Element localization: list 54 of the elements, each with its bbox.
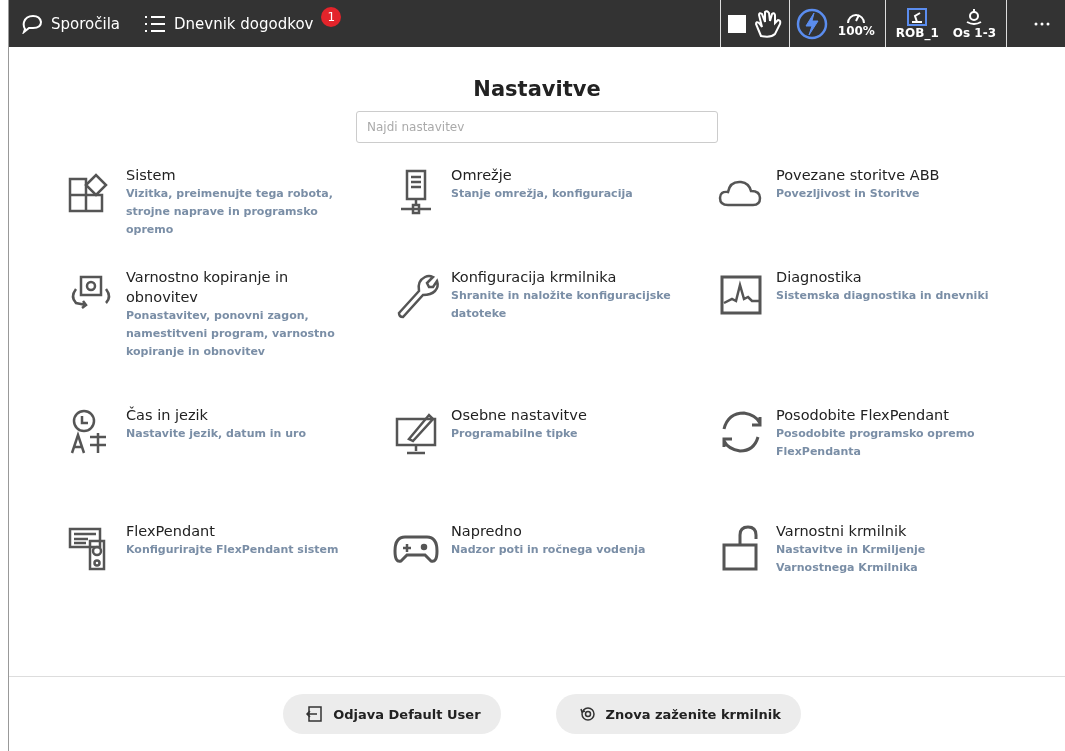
- list-icon: [144, 14, 166, 33]
- settings-item[interactable]: Sistem Vizitka, preimenujte tega robota, strojne naprave in programsko opremo: [66, 165, 391, 267]
- lightning-icon: [795, 7, 828, 40]
- settings-item[interactable]: Omrežje Stanje omrežja, konfiguracija: [391, 165, 716, 267]
- settings-item[interactable]: Posodobite FlexPendant Posodobite programsko opremo FlexPendanta: [716, 405, 1016, 521]
- settings-item[interactable]: Varnostni krmilnik Nastavitve in Krmiljenje Varnostnega Krmilnika: [716, 521, 1016, 621]
- settings-item[interactable]: Osebne nastavitve Programabilne tipke: [391, 405, 716, 521]
- settings-description: Vizitka, preimenujte tega robota, strojne naprave in programsko opremo: [126, 186, 334, 238]
- logout-button[interactable]: Odjava Default User: [283, 694, 501, 734]
- settings-description: Nastavite jezik, datum in uro: [126, 426, 307, 442]
- settings-title: Čas in jezik: [126, 405, 209, 425]
- notification-badge: 1: [321, 6, 342, 27]
- settings-title: Napredno: [451, 522, 523, 541]
- settings-description: Povezljivost in Storitve: [776, 186, 921, 202]
- settings-title: Posodobite FlexPendant: [776, 406, 950, 425]
- search-field[interactable]: Najdi nastavitev: [356, 111, 718, 143]
- settings-title: Diagnostika: [776, 268, 863, 287]
- page-title: Nastavitve: [473, 77, 601, 101]
- settings-title: Omrežje: [451, 166, 513, 185]
- settings-description: Posodobite programsko opremo FlexPendanta: [776, 426, 976, 460]
- restart-button[interactable]: Znova zaženite krmilnik: [555, 694, 801, 734]
- settings-description: Stanje omrežja, konfiguracija: [451, 186, 634, 202]
- settings-title: Varnostno kopiranje in obnovitev: [126, 268, 290, 307]
- settings-description: Programabilne tipke: [451, 426, 579, 442]
- settings-title: Povezane storitve ABB: [776, 166, 941, 185]
- settings-description: Nastavitve in Krmiljenje Varnostnega Krmilnika: [776, 542, 927, 576]
- more-icon: [1033, 20, 1051, 27]
- settings-title: Osebne nastavitve: [451, 406, 588, 425]
- settings-description: Shranite in naložite konfiguracijske datoteke: [451, 288, 671, 322]
- settings-title: Sistem: [126, 166, 177, 185]
- settings-description: Sistemska diagnostika in dnevniki: [776, 288, 990, 304]
- messages-tab[interactable]: Sporočila: [9, 0, 132, 47]
- speed-button[interactable]: 100%: [833, 9, 879, 38]
- logout-icon: [305, 705, 324, 723]
- settings-description: Konfigurirajte FlexPendant sistem: [126, 542, 340, 558]
- chat-bubble-icon: [21, 13, 43, 34]
- stop-icon: [726, 13, 747, 34]
- settings-title: Varnostni krmilnik: [776, 522, 908, 541]
- settings-item[interactable]: Konfiguracija krmilnika Shranite in naložite konfiguracijske datoteke: [391, 267, 716, 405]
- settings-title: Konfiguracija krmilnika: [451, 268, 618, 287]
- mechanical-unit-button[interactable]: ROB_1: [891, 7, 943, 40]
- settings-item[interactable]: Povezane storitve ABB Povezljivost in Storitve: [716, 165, 1016, 267]
- settings-item[interactable]: Napredno Nadzor poti in ročnega vodenja: [391, 521, 716, 621]
- hand-icon: [752, 9, 783, 38]
- settings-item[interactable]: Varnostno kopiranje in obnovitev Ponastavitev, ponovni zagon, namestitveni program, varnostno kopiranje in obnovitev: [66, 267, 391, 405]
- settings-title: FlexPendant: [126, 522, 216, 541]
- settings-description: Nadzor poti in ročnega vodenja: [451, 542, 647, 558]
- settings-item[interactable]: FlexPendant Konfigurirajte FlexPendant sistem: [66, 521, 391, 621]
- settings-item[interactable]: Diagnostika Sistemska diagnostika in dnevniki: [716, 267, 1016, 405]
- robot-arm-icon: [907, 7, 928, 26]
- restart-icon: [577, 705, 596, 723]
- axes-button[interactable]: Os 1-3: [948, 7, 1000, 40]
- settings-item[interactable]: Čas in jezik Nastavite jezik, datum in uro: [66, 405, 391, 521]
- settings-description: Ponastavitev, ponovni zagon, namestitveni program, varnostno kopiranje in obnovitev: [126, 308, 336, 360]
